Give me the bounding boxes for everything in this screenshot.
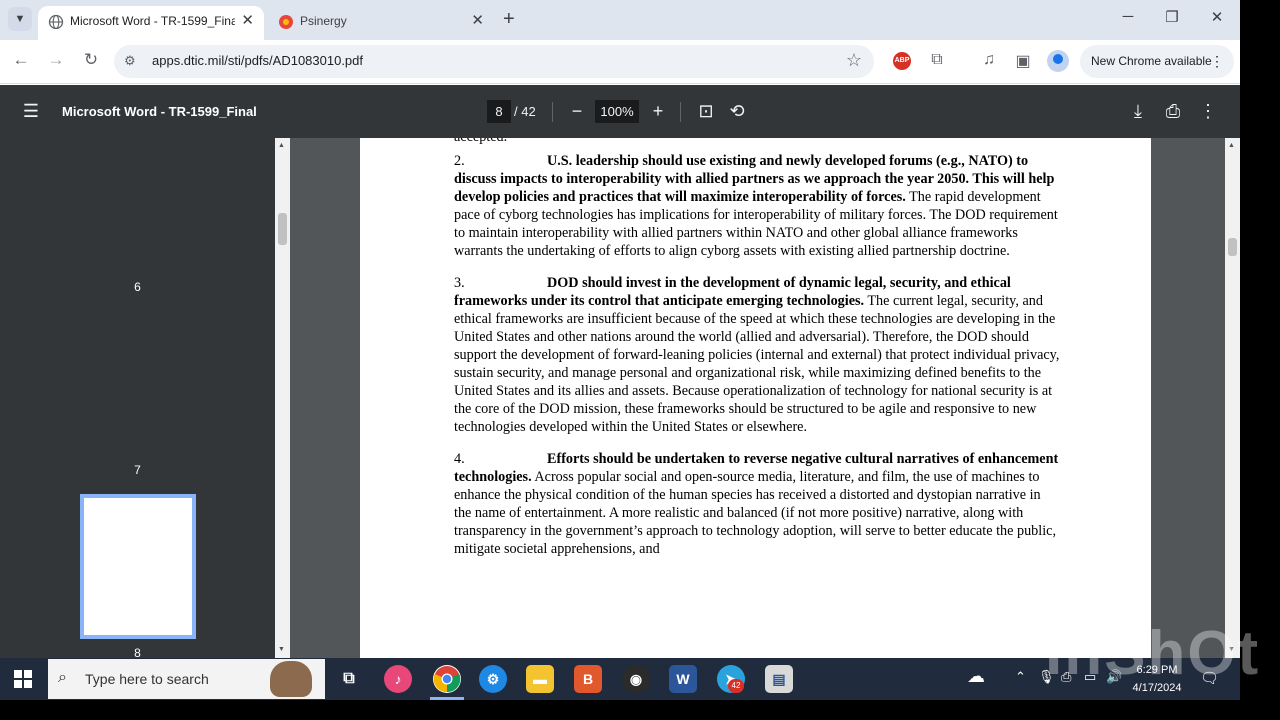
thumbnail-label: 6 xyxy=(134,280,141,294)
paragraph-number: 4. xyxy=(454,451,465,467)
globe-icon xyxy=(48,14,64,30)
reload-icon[interactable]: ↻ xyxy=(79,50,103,70)
side-panel-icon[interactable]: ▣ xyxy=(1012,51,1034,71)
tab-search-dropdown-icon[interactable]: ▼ xyxy=(8,7,32,31)
update-chrome-button[interactable]: New Chrome available ⋮ xyxy=(1080,45,1234,78)
app-icon[interactable]: ⚙ xyxy=(479,665,507,693)
extensions-icon[interactable]: ⧉ xyxy=(926,51,948,69)
taskbar-search-box[interactable]: ⌕ Type here to search xyxy=(48,659,325,699)
screen-recorder-icon[interactable]: ◉ xyxy=(622,665,650,693)
fit-to-page-icon[interactable]: ⊡ xyxy=(695,101,717,122)
thumbnail-sidebar: 6 7 8 ▲ ▼ xyxy=(0,138,290,660)
page-number-input[interactable]: 8 xyxy=(487,100,511,123)
top-fragment: accepted. xyxy=(454,138,1060,146)
screen-border xyxy=(0,700,1280,720)
paragraph-2: 2. U.S. leadership should use existing an… xyxy=(454,152,1060,260)
print-icon[interactable]: ⎙ xyxy=(1162,101,1184,122)
divider xyxy=(680,102,681,122)
search-highlight-icon xyxy=(270,661,312,697)
update-chrome-label: New Chrome available xyxy=(1091,54,1212,68)
thumbnail-label: 7 xyxy=(134,463,141,477)
brave-icon[interactable]: B xyxy=(574,665,602,693)
tab-strip: ▼ Microsoft Word - TR-1599_Final ✕ Psine… xyxy=(0,0,1240,40)
adblock-extension-icon[interactable]: ABP xyxy=(893,52,911,70)
back-icon[interactable]: ← xyxy=(9,50,33,70)
minimize-icon[interactable]: ─ xyxy=(1116,8,1140,25)
scrollbar-thumb[interactable] xyxy=(1228,238,1237,256)
rotate-icon[interactable]: ⟲ xyxy=(726,101,748,122)
site-info-icon[interactable]: ⚙ xyxy=(124,53,136,69)
notepad-icon[interactable]: ▤ xyxy=(765,665,793,693)
tab-title: Psinergy xyxy=(300,14,347,28)
word-icon[interactable]: W xyxy=(669,665,697,693)
chrome-icon[interactable] xyxy=(433,665,461,693)
chrome-menu-icon[interactable]: ⋮ xyxy=(1210,45,1224,78)
thumbnail-scrollbar[interactable]: ▲ ▼ xyxy=(275,138,290,658)
paragraph-body: The current legal, security, and ethical… xyxy=(454,293,1060,435)
bookmark-star-icon[interactable]: ☆ xyxy=(846,50,862,71)
screen-border xyxy=(1240,0,1280,720)
paragraph-4: 4. Efforts should be undertaken to revers… xyxy=(454,450,1060,558)
pdf-toolbar: ☰ Microsoft Word - TR-1599_Final 8 / 42 … xyxy=(0,85,1240,138)
tab-psinergy[interactable]: Psinergy ✕ xyxy=(268,6,494,40)
more-actions-icon[interactable]: ⋮ xyxy=(1197,101,1219,122)
page-text: accepted. 2.U.S. leadership should use e… xyxy=(454,138,1060,572)
tab-title: Microsoft Word - TR-1599_Final xyxy=(70,14,235,28)
media-controls-icon[interactable]: ♫ xyxy=(978,51,1000,69)
close-tab-icon[interactable]: ✕ xyxy=(471,11,484,29)
page-total: / 42 xyxy=(514,104,536,119)
scroll-up-icon[interactable]: ▲ xyxy=(1228,142,1235,149)
close-window-icon[interactable]: ✕ xyxy=(1205,8,1229,26)
pdf-title: Microsoft Word - TR-1599_Final xyxy=(62,104,257,119)
new-tab-icon[interactable]: + xyxy=(503,8,515,31)
address-bar[interactable]: ⚙ apps.dtic.mil/sti/pdfs/AD1083010.pdf ☆ xyxy=(114,45,874,78)
search-icon: ⌕ xyxy=(58,669,67,686)
url-text: apps.dtic.mil/sti/pdfs/AD1083010.pdf xyxy=(152,53,364,68)
tray-chevron-icon[interactable]: ⌃ xyxy=(1015,669,1026,685)
scroll-up-icon[interactable]: ▲ xyxy=(278,142,285,149)
pdf-viewer[interactable]: accepted. 2.U.S. leadership should use e… xyxy=(290,138,1240,658)
zoom-input[interactable]: 100% xyxy=(595,100,639,123)
zoom-in-icon[interactable]: + xyxy=(647,101,669,122)
scrollbar-thumb[interactable] xyxy=(278,213,287,245)
windows-start-icon[interactable] xyxy=(14,670,32,688)
itunes-icon[interactable]: ♪ xyxy=(384,665,412,693)
document-scrollbar[interactable]: ▲ ▼ xyxy=(1225,138,1240,658)
inshot-watermark: InShOt xyxy=(1045,619,1261,688)
profile-avatar-icon[interactable] xyxy=(1047,50,1069,72)
menu-hamburger-icon[interactable]: ☰ xyxy=(20,101,42,122)
thumbnail-page-8[interactable] xyxy=(80,494,196,639)
task-view-icon[interactable]: ⧉ xyxy=(335,665,363,693)
scroll-down-icon[interactable]: ▼ xyxy=(278,646,285,653)
browser-toolbar: ← → ↻ ⚙ apps.dtic.mil/sti/pdfs/AD1083010… xyxy=(0,40,1240,84)
tab-microsoft-word[interactable]: Microsoft Word - TR-1599_Final ✕ xyxy=(38,6,264,40)
pdf-page: accepted. 2.U.S. leadership should use e… xyxy=(360,138,1151,658)
psinergy-logo-icon xyxy=(279,15,293,29)
notification-badge: 42 xyxy=(728,679,744,693)
close-tab-icon[interactable]: ✕ xyxy=(241,11,254,29)
zoom-out-icon[interactable]: − xyxy=(566,101,588,122)
paragraph-body: Across popular social and open-source me… xyxy=(454,469,1056,557)
paragraph-number: 2. xyxy=(454,153,465,169)
paragraph-3: 3. DOD should invest in the development o… xyxy=(454,274,1060,436)
search-placeholder: Type here to search xyxy=(85,671,209,687)
restore-icon[interactable]: ❐ xyxy=(1160,8,1184,26)
divider xyxy=(552,102,553,122)
weather-cloud-icon[interactable]: ☁ xyxy=(967,666,985,687)
screen: ▼ Microsoft Word - TR-1599_Final ✕ Psine… xyxy=(0,0,1240,720)
download-icon[interactable]: ⤓ xyxy=(1127,101,1149,122)
file-explorer-icon[interactable]: ▬ xyxy=(526,665,554,693)
paragraph-number: 3. xyxy=(454,275,465,291)
forward-icon[interactable]: → xyxy=(44,50,68,70)
